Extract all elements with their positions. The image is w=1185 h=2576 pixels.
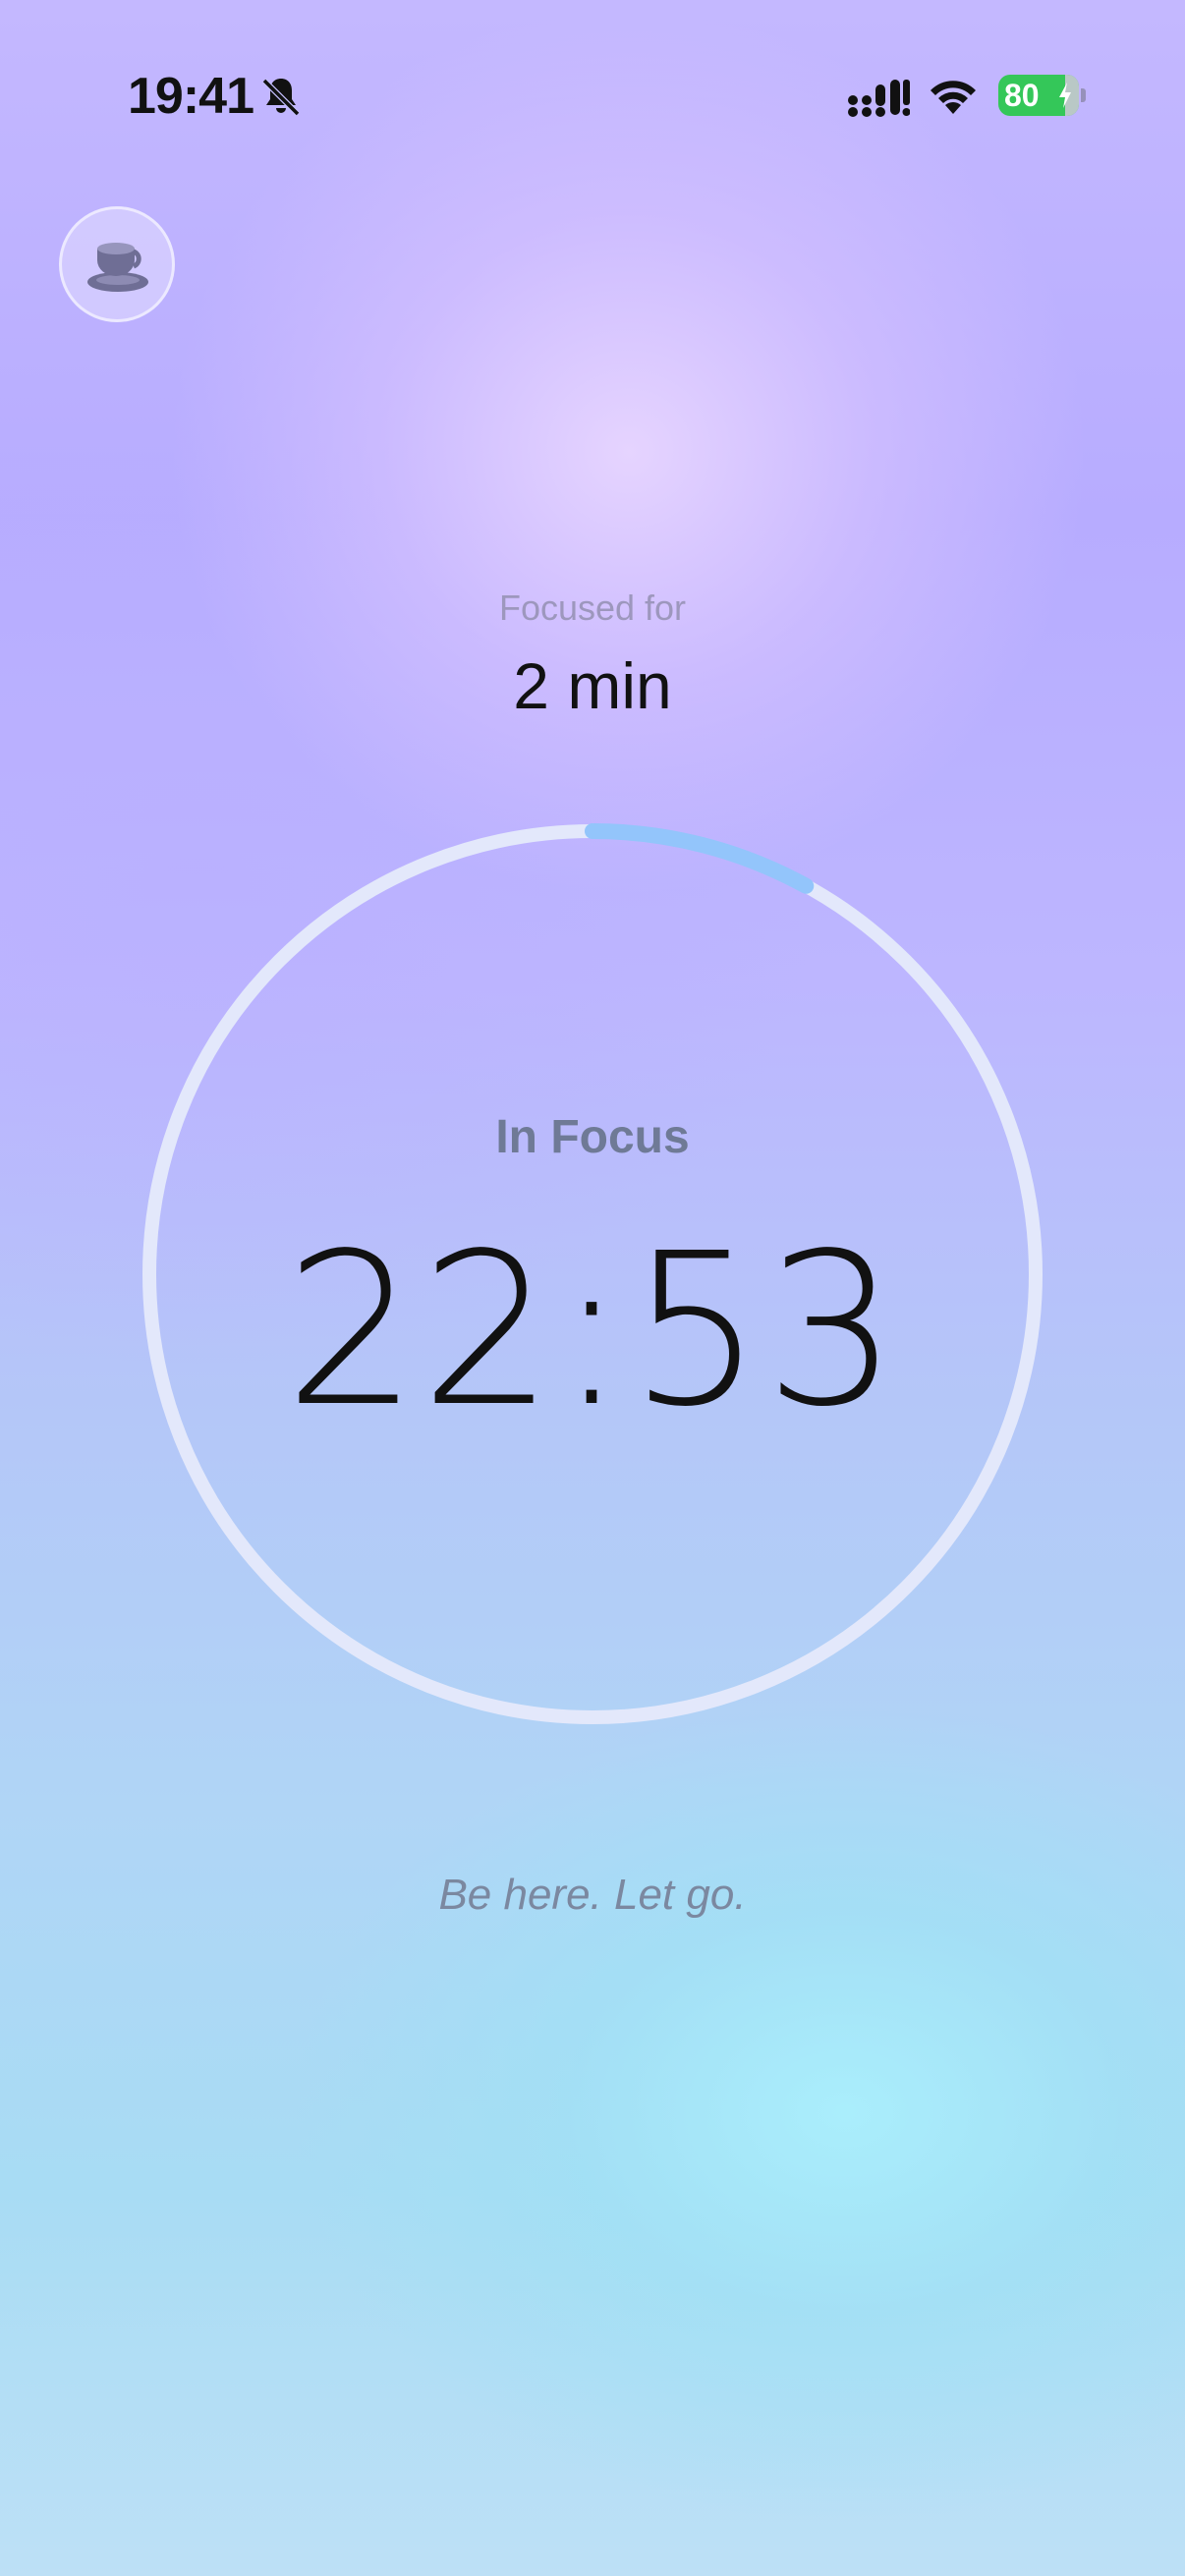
countdown-timer: 22:53 xyxy=(284,1208,901,1453)
wifi-icon xyxy=(931,81,976,114)
focused-for-label: Focused for xyxy=(498,588,687,628)
battery-charging-icon xyxy=(1059,83,1071,108)
status-bar: 19:41 80 xyxy=(0,0,1185,196)
focused-duration: 2 min xyxy=(513,649,672,722)
battery-indicator: 80 xyxy=(998,75,1079,116)
break-button[interactable] xyxy=(59,206,175,322)
battery-cap xyxy=(1081,88,1086,102)
status-time: 19:41 xyxy=(128,68,254,125)
mantra-text: Be here. Let go. xyxy=(438,1871,747,1919)
bell-slash-icon xyxy=(261,78,301,117)
focus-state-label: In Focus xyxy=(495,1111,690,1163)
battery-level: 80 xyxy=(1004,78,1040,113)
cellular-signal-icon xyxy=(848,80,910,117)
coffee-cup-icon xyxy=(87,243,148,292)
focus-screen: { "status_bar": { "time": "19:41", "batt… xyxy=(0,0,1185,2576)
